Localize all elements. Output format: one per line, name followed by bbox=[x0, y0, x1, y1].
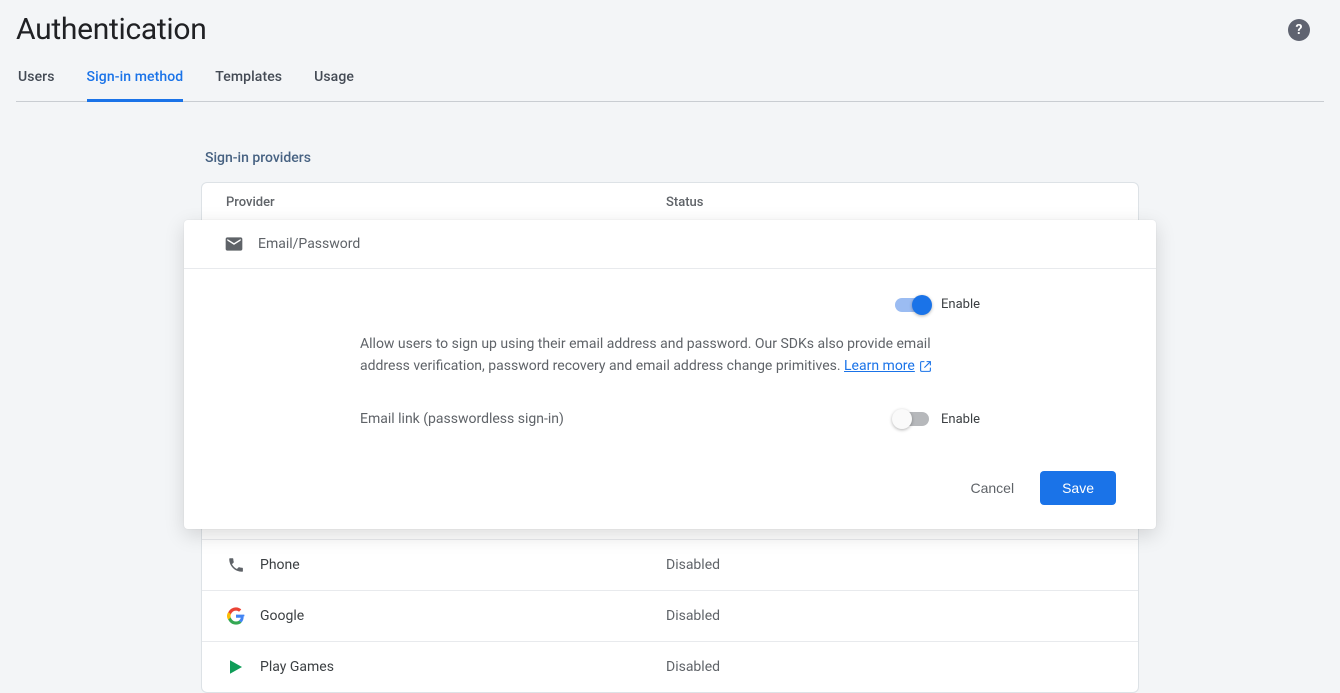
tab-users[interactable]: Users bbox=[18, 69, 55, 101]
provider-status: Disabled bbox=[666, 557, 1114, 573]
table-header: Provider Status bbox=[202, 183, 1138, 223]
tab-templates[interactable]: Templates bbox=[215, 69, 282, 101]
play-games-icon bbox=[226, 657, 246, 677]
column-header-provider: Provider bbox=[226, 195, 666, 210]
provider-settings-panel: Email/Password Enable Allow users to sig… bbox=[184, 220, 1156, 529]
tab-usage[interactable]: Usage bbox=[314, 69, 354, 101]
email-icon bbox=[224, 234, 244, 254]
provider-name: Phone bbox=[260, 557, 300, 573]
email-link-toggle-label: Enable bbox=[941, 412, 980, 427]
provider-status: Disabled bbox=[666, 659, 1114, 675]
provider-description: Allow users to sign up using their email… bbox=[360, 334, 980, 377]
enable-toggle[interactable] bbox=[895, 298, 929, 312]
cancel-button[interactable]: Cancel bbox=[962, 472, 1022, 504]
enable-toggle-label: Enable bbox=[941, 297, 980, 312]
tabs: Users Sign-in method Templates Usage bbox=[16, 69, 1324, 102]
provider-row-phone[interactable]: Phone Disabled bbox=[202, 539, 1138, 590]
email-link-toggle[interactable] bbox=[895, 412, 929, 426]
tab-sign-in-method[interactable]: Sign-in method bbox=[87, 69, 184, 102]
panel-provider-name: Email/Password bbox=[258, 236, 360, 252]
provider-status: Disabled bbox=[666, 608, 1114, 624]
page-title: Authentication bbox=[16, 12, 206, 47]
email-link-label: Email link (passwordless sign-in) bbox=[360, 411, 564, 427]
save-button[interactable]: Save bbox=[1040, 471, 1116, 505]
column-header-status: Status bbox=[666, 195, 1114, 210]
learn-more-link[interactable]: Learn more bbox=[844, 356, 932, 378]
provider-name: Google bbox=[260, 608, 304, 624]
provider-row-google[interactable]: Google Disabled bbox=[202, 590, 1138, 641]
panel-header: Email/Password bbox=[184, 220, 1156, 269]
phone-icon bbox=[226, 555, 246, 575]
help-icon[interactable]: ? bbox=[1288, 19, 1310, 41]
google-icon bbox=[226, 606, 246, 626]
provider-row-play-games[interactable]: Play Games Disabled bbox=[202, 641, 1138, 692]
section-title: Sign-in providers bbox=[205, 150, 1139, 166]
external-link-icon bbox=[919, 360, 932, 373]
provider-name: Play Games bbox=[260, 659, 334, 675]
